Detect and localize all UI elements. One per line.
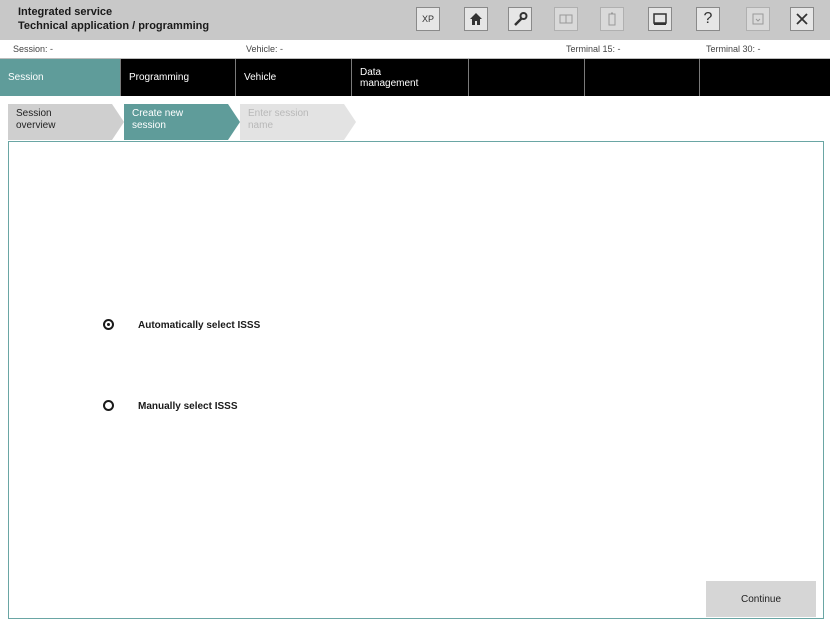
manual-select-label[interactable]: Manually select ISSS xyxy=(138,401,238,412)
home-button[interactable] xyxy=(464,7,488,31)
tab-enter-line1: Enter session xyxy=(248,108,309,119)
home-icon xyxy=(470,13,482,25)
print-button[interactable] xyxy=(648,7,672,31)
help-button[interactable]: ? xyxy=(696,7,720,31)
tab-create-line1: Create new xyxy=(132,108,184,119)
auto-select-label[interactable]: Automatically select ISSS xyxy=(138,320,260,331)
help-icon: ? xyxy=(703,10,713,27)
nav-empty-1 xyxy=(469,59,585,96)
nav-data-management[interactable]: Data management xyxy=(352,59,469,96)
tab-arrow xyxy=(228,104,240,140)
terminal15-status: Terminal 15: - xyxy=(566,44,621,54)
main-nav: Session Programming Vehicle Data managem… xyxy=(0,59,830,96)
title-bar: Integrated service Technical application… xyxy=(0,0,830,40)
content-panel xyxy=(8,141,824,619)
nav-empty-3 xyxy=(700,59,830,96)
app-title: Integrated service xyxy=(18,6,113,18)
nav-data-line2: management xyxy=(360,77,419,89)
xp-button[interactable]: XP xyxy=(416,7,440,31)
nav-vehicle[interactable]: Vehicle xyxy=(236,59,352,96)
tab-enter-line2: name xyxy=(248,120,274,131)
battery-button[interactable] xyxy=(600,7,624,31)
print-icon xyxy=(653,13,667,25)
close-icon xyxy=(796,13,808,25)
nav-programming[interactable]: Programming xyxy=(121,59,236,96)
step-tabs: Session overview Create new session Ente… xyxy=(0,96,830,142)
status-bar: Session: - Vehicle: - Terminal 15: - Ter… xyxy=(0,40,830,59)
card-button[interactable] xyxy=(554,7,578,31)
card-icon xyxy=(559,14,573,24)
manual-select-radio[interactable] xyxy=(103,400,114,411)
tab-arrow xyxy=(112,104,124,140)
xp-icon: XP xyxy=(421,14,434,24)
tab-overview-line2: overview xyxy=(16,120,56,131)
service-button[interactable] xyxy=(508,7,532,31)
nav-session[interactable]: Session xyxy=(0,59,121,96)
close-button[interactable] xyxy=(790,7,814,31)
wrench-icon xyxy=(514,12,528,26)
auto-select-radio[interactable] xyxy=(103,319,114,330)
terminal30-status: Terminal 30: - xyxy=(706,44,761,54)
tab-create-line2: session xyxy=(132,120,166,131)
vehicle-status: Vehicle: - xyxy=(246,44,284,54)
app-subtitle: Technical application / programming xyxy=(18,20,210,32)
nav-data-line1: Data xyxy=(360,66,382,78)
nav-empty-2 xyxy=(585,59,700,96)
session-status: Session: - xyxy=(13,44,54,54)
minimize-icon xyxy=(752,13,764,25)
tab-arrow xyxy=(344,104,356,140)
minimize-button[interactable] xyxy=(746,7,770,31)
continue-button[interactable]: Continue xyxy=(706,581,816,617)
tab-session-overview[interactable]: Session overview xyxy=(8,104,124,140)
tab-enter-session-name[interactable]: Enter session name xyxy=(240,104,356,140)
tab-create-new-session[interactable]: Create new session xyxy=(124,104,240,140)
tab-overview-line1: Session xyxy=(16,108,52,119)
radio-selected-dot xyxy=(107,323,110,326)
battery-icon xyxy=(608,12,616,26)
